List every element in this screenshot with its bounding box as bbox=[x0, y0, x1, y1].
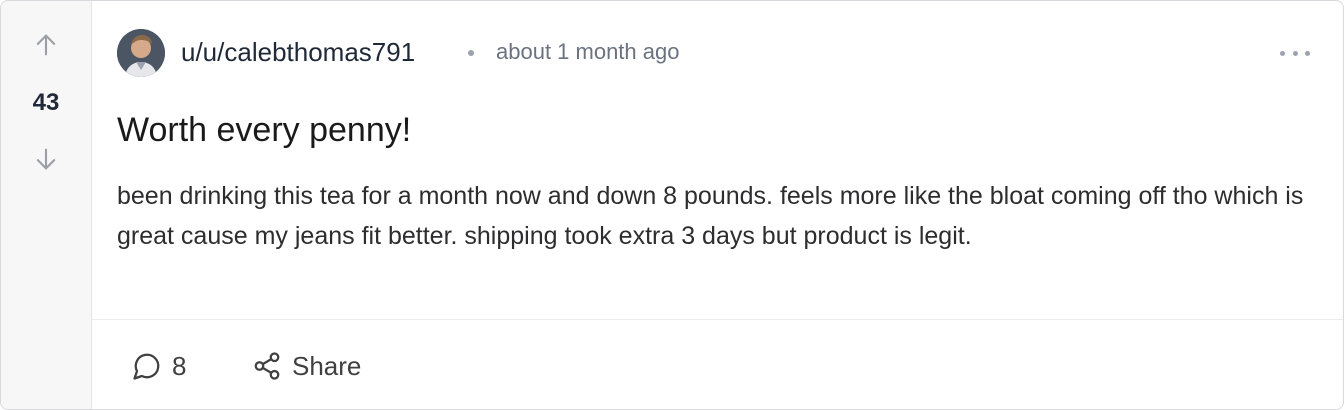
post-title: Worth every penny! bbox=[117, 111, 412, 149]
arrow-down-icon bbox=[36, 148, 56, 170]
vote-score: 43 bbox=[32, 89, 60, 116]
avatar-image bbox=[117, 29, 165, 77]
arrow-up-icon bbox=[36, 34, 56, 56]
upvote-button[interactable] bbox=[30, 29, 62, 61]
vote-column: 43 bbox=[1, 1, 92, 409]
comments-button[interactable]: 8 bbox=[132, 348, 186, 384]
comments-count: 8 bbox=[172, 350, 187, 381]
post-timestamp: about 1 month ago bbox=[496, 39, 680, 64]
more-options-button[interactable] bbox=[1280, 45, 1310, 61]
post-footer: 8 Share bbox=[92, 319, 1343, 409]
separator-dot bbox=[468, 50, 474, 56]
post-author-link[interactable]: u/u/calebthomas791 bbox=[181, 37, 415, 68]
share-label: Share bbox=[292, 350, 362, 381]
post-body: been drinking this tea for a month now a… bbox=[117, 182, 1304, 250]
more-horizontal-icon bbox=[1280, 50, 1285, 56]
downvote-button[interactable] bbox=[30, 143, 62, 175]
comment-bubble-icon bbox=[133, 353, 160, 380]
avatar[interactable] bbox=[117, 29, 165, 77]
share-icon bbox=[254, 352, 280, 380]
post-card: 43 u/u/calebthomas791 about 1 month ago … bbox=[0, 0, 1344, 410]
post-main: u/u/calebthomas791 about 1 month ago Wor… bbox=[92, 1, 1343, 319]
share-button[interactable]: Share bbox=[252, 348, 361, 384]
